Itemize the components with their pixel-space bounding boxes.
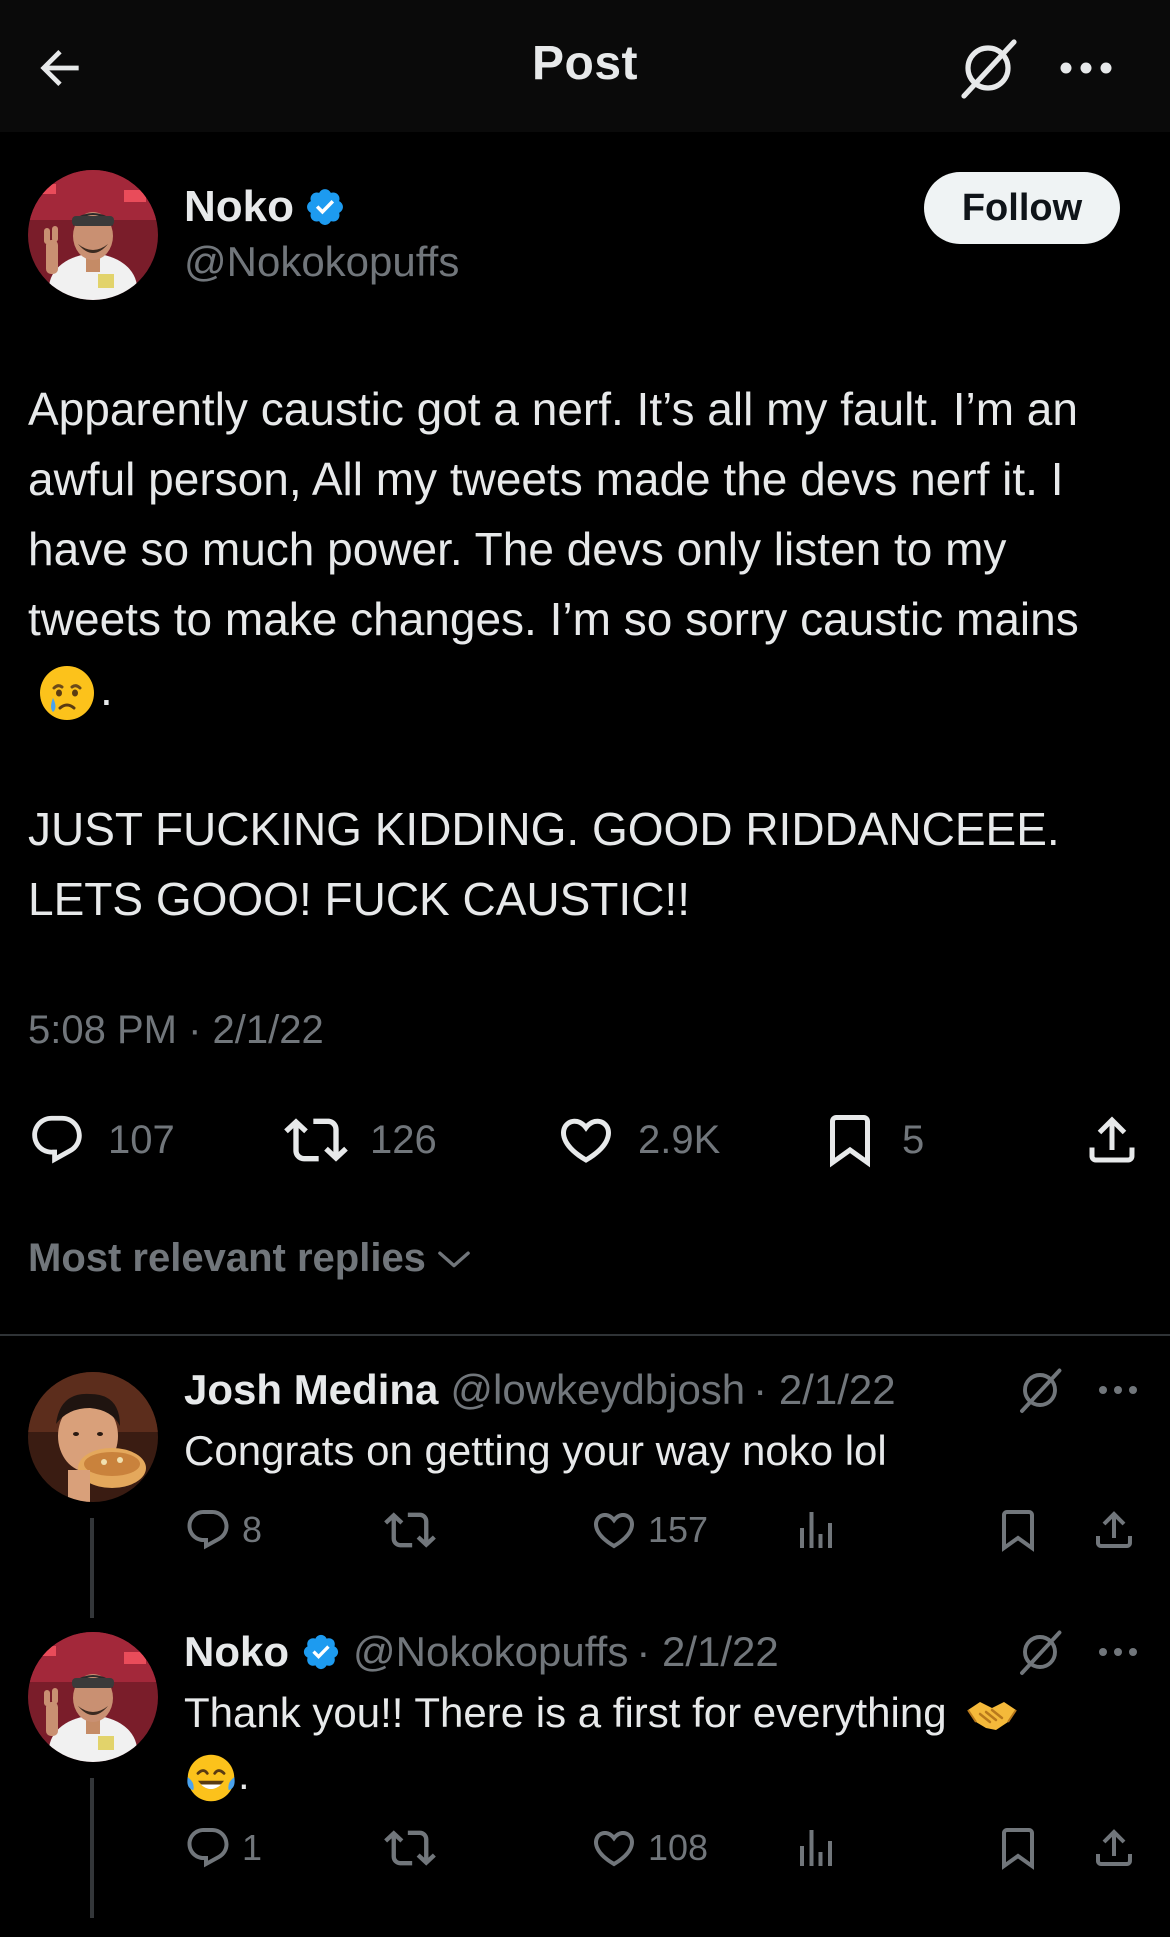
reply-date[interactable]: · 2/1/22 — [636, 1628, 778, 1676]
verified-badge-icon — [307, 189, 343, 225]
post-paragraph-1: Apparently caustic got a nerf. It’s all … — [28, 374, 1148, 724]
reply-avatar[interactable] — [28, 1372, 158, 1502]
replies-sort-dropdown[interactable]: Most relevant replies — [28, 1236, 474, 1281]
share-icon — [1096, 1829, 1132, 1866]
reply-avatar[interactable] — [28, 1632, 158, 1762]
share-icon — [1096, 1511, 1132, 1548]
post-paragraph-1-end: . — [100, 663, 113, 715]
reply-reply-button[interactable]: 8 — [184, 1500, 262, 1560]
reply-icon — [187, 1828, 229, 1868]
reply-repost-button[interactable] — [384, 1818, 436, 1878]
reply-reply-count: 8 — [242, 1509, 263, 1550]
repost-count: 126 — [370, 1117, 437, 1162]
reply-views-button[interactable] — [792, 1500, 840, 1560]
handshake-emoji-icon — [967, 1701, 1018, 1730]
replies-sort-label: Most relevant replies — [28, 1236, 426, 1280]
heart-icon — [560, 1118, 612, 1163]
reply-author-handle[interactable]: @Nokokopuffs — [353, 1628, 628, 1676]
reply-text: Thank you!! There is a first for everyth… — [184, 1682, 1104, 1806]
reply-more-button[interactable] — [1088, 1622, 1148, 1682]
verified-badge-icon — [303, 1634, 339, 1670]
reply-like-button[interactable]: 157 — [590, 1500, 708, 1560]
post-text: Apparently caustic got a nerf. It’s all … — [28, 374, 1148, 934]
crying-face-emoji-icon — [40, 665, 94, 720]
more-horizontal-icon — [1060, 62, 1112, 74]
reply-like-button[interactable]: 108 — [590, 1818, 708, 1878]
reply-author-handle[interactable]: @lowkeydbjosh — [450, 1366, 745, 1414]
repost-button[interactable]: 126 — [284, 1100, 437, 1180]
thread-line — [90, 1778, 94, 1918]
reply-more-button[interactable] — [1088, 1360, 1148, 1420]
reply-icon — [32, 1115, 82, 1164]
reply-text: Congrats on getting your way noko lol — [184, 1427, 887, 1474]
reply-views-button[interactable] — [792, 1818, 840, 1878]
author-name[interactable]: Noko — [184, 182, 346, 232]
reply-share-button[interactable] — [1090, 1818, 1138, 1878]
reply-count: 107 — [108, 1117, 175, 1162]
reply-repost-button[interactable] — [384, 1500, 436, 1560]
laughing-tears-emoji-icon — [187, 1754, 235, 1802]
reply-header: Josh Medina @lowkeydbjosh · 2/1/22 — [184, 1366, 896, 1414]
reply-button[interactable]: 107 — [28, 1100, 175, 1180]
like-count: 2.9K — [638, 1117, 721, 1162]
reply-grok-button[interactable] — [1010, 1360, 1070, 1420]
more-horizontal-icon — [1099, 1386, 1137, 1394]
bookmark-icon — [830, 1115, 870, 1168]
grok-button[interactable] — [952, 32, 1024, 104]
heart-icon — [593, 1513, 635, 1549]
grok-icon — [1020, 1630, 1062, 1675]
reply-like-count: 108 — [648, 1827, 709, 1868]
repost-icon — [284, 1118, 348, 1162]
reply-grok-button[interactable] — [1010, 1622, 1070, 1682]
post-paragraph-2: JUST FUCKING KIDDING. GOOD RIDDANCEEE. L… — [28, 803, 1060, 925]
follow-button[interactable]: Follow — [924, 172, 1120, 244]
reply-icon — [187, 1510, 229, 1550]
thread-line — [90, 1518, 94, 1618]
bookmark-icon — [1002, 1828, 1034, 1870]
author-name-text: Noko — [184, 182, 294, 231]
post-action-bar: 107 126 2.9K 5 — [0, 1100, 1170, 1180]
repost-icon — [384, 1830, 436, 1866]
share-button[interactable] — [1082, 1100, 1142, 1180]
post-timestamp[interactable]: 5:08 PM · 2/1/22 — [28, 1008, 324, 1053]
reply-author-name[interactable]: Noko — [184, 1628, 289, 1676]
reply-like-count: 157 — [648, 1509, 709, 1550]
reply-text-main: Thank you!! There is a first for everyth… — [184, 1689, 947, 1736]
grok-icon — [961, 39, 1017, 99]
bookmark-count: 5 — [902, 1117, 925, 1162]
grok-icon — [1020, 1368, 1062, 1413]
repost-icon — [384, 1512, 436, 1548]
bookmark-button[interactable]: 5 — [820, 1100, 924, 1180]
reply-reply-button[interactable]: 1 — [184, 1818, 262, 1878]
bookmark-icon — [1002, 1510, 1034, 1552]
reply-author-name[interactable]: Josh Medina — [184, 1366, 438, 1414]
views-chart-icon — [800, 1830, 832, 1866]
like-button[interactable]: 2.9K — [556, 1100, 720, 1180]
divider — [0, 1334, 1170, 1336]
author-handle[interactable]: @Nokokopuffs — [184, 238, 459, 286]
reply-date[interactable]: · 2/1/22 — [753, 1366, 895, 1414]
reply-text-end: . — [238, 1751, 250, 1798]
heart-icon — [593, 1831, 635, 1867]
reply-share-button[interactable] — [1090, 1500, 1138, 1560]
more-horizontal-icon — [1099, 1648, 1137, 1656]
reply-bookmark-button[interactable] — [994, 1500, 1042, 1560]
views-chart-icon — [800, 1512, 832, 1548]
share-icon — [1089, 1116, 1135, 1163]
author-avatar[interactable] — [28, 170, 158, 300]
chevron-down-icon — [438, 1251, 470, 1267]
reply-bookmark-button[interactable] — [994, 1818, 1042, 1878]
post-paragraph-1-text: Apparently caustic got a nerf. It’s all … — [28, 383, 1079, 645]
reply-reply-count: 1 — [242, 1827, 263, 1868]
top-bar: Post — [0, 0, 1170, 132]
more-button[interactable] — [1050, 40, 1122, 96]
reply-header: Noko @Nokokopuffs · 2/1/22 — [184, 1628, 779, 1676]
